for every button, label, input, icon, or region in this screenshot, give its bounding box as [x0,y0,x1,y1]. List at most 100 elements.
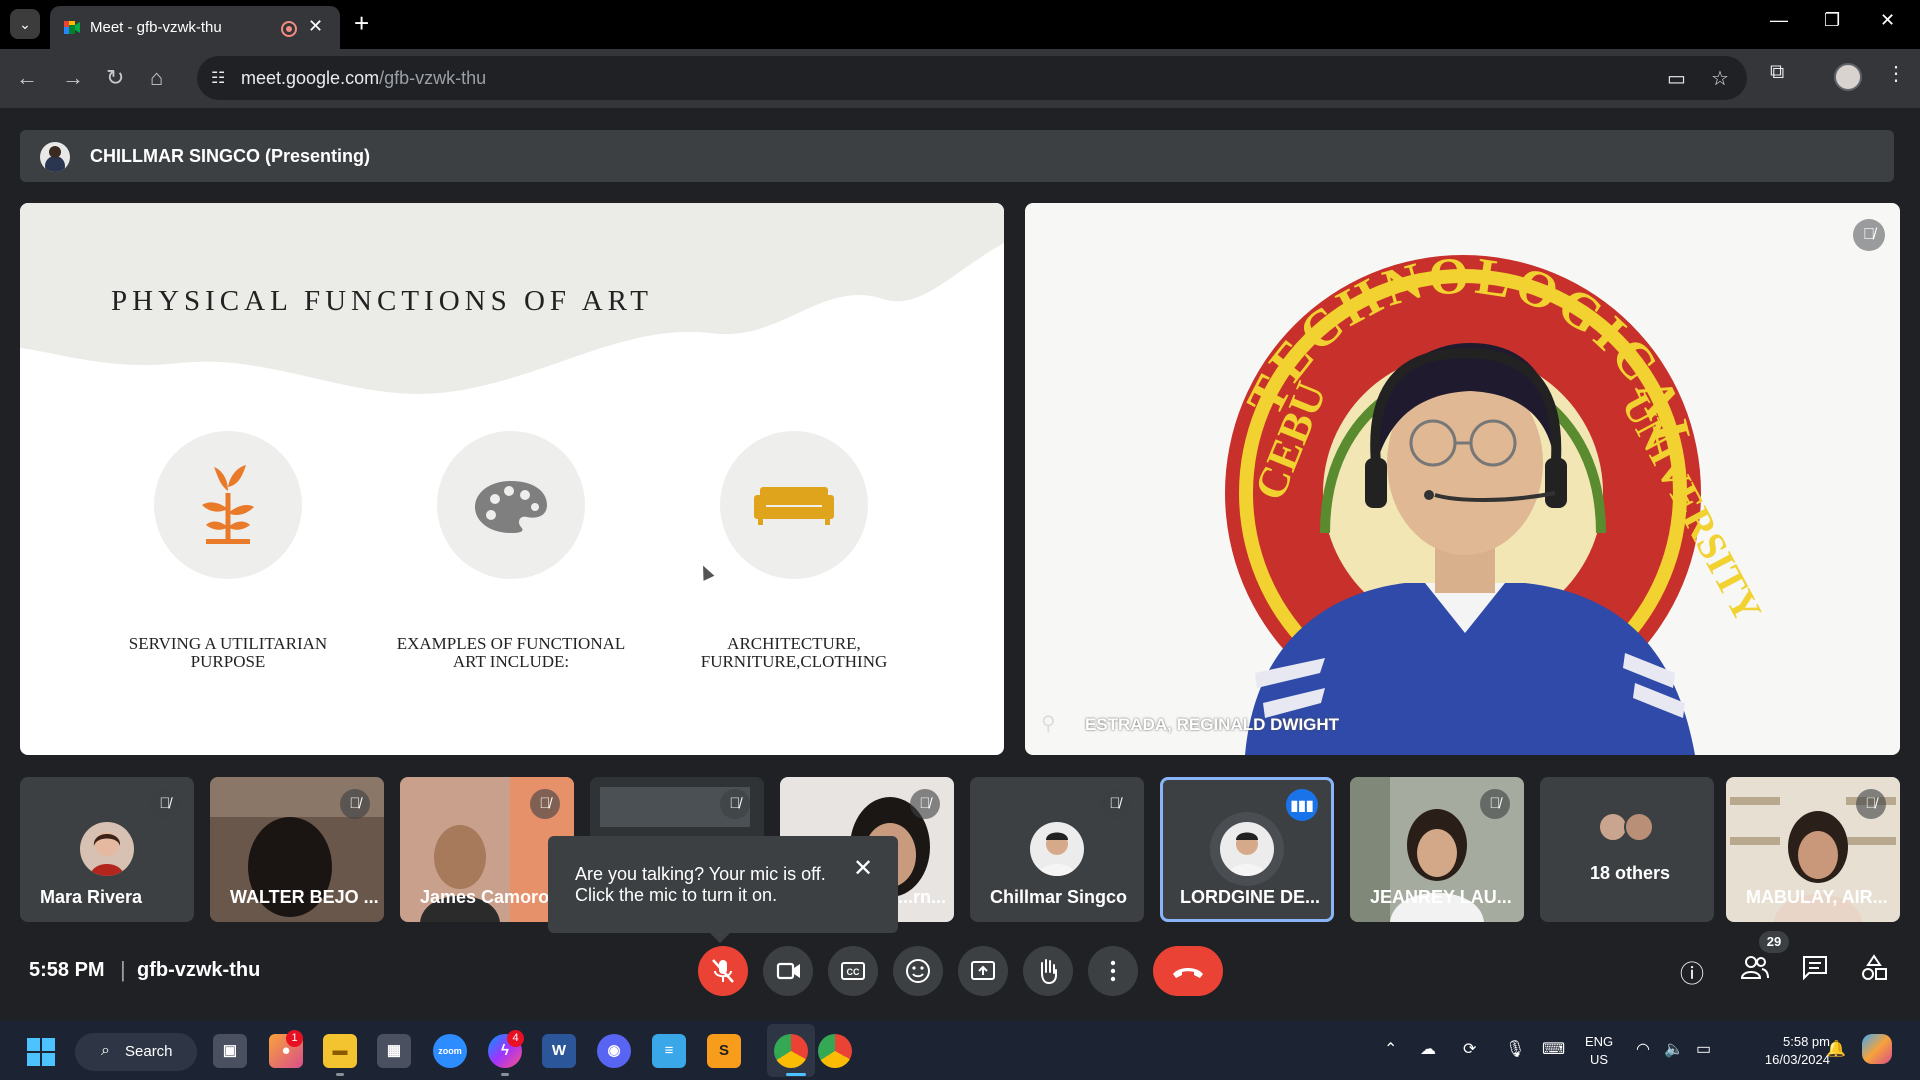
wifi-icon[interactable]: ◠ [1636,1039,1650,1059]
minimize-window-button[interactable]: — [1770,10,1788,31]
extensions-puzzle-icon[interactable]: ⧉ [1770,61,1784,84]
active-indicator [786,1073,806,1076]
camera-icon [776,962,800,980]
sync-icon[interactable]: ⟳ [1463,1039,1476,1059]
participant-tile-speaking[interactable]: ▮▮▮ LORDGINE DE... [1160,777,1334,922]
camera-in-use-icon[interactable]: ▭ [1667,66,1686,91]
browser-tab-meet[interactable]: Meet - gfb-vzwk-thu ✕ [50,6,340,49]
people-icon[interactable] [1740,954,1770,987]
muted-mic-icon: 🎙̸ [720,789,750,819]
search-label: Search [125,1043,173,1060]
avatar [80,822,134,876]
camera-button[interactable] [763,946,813,996]
keyboard-icon[interactable]: ⌨ [1542,1039,1565,1059]
chrome-profile-icon[interactable] [818,1034,852,1068]
sublime-text-icon[interactable]: S [707,1034,741,1068]
raise-hand-button[interactable] [1023,946,1073,996]
copilot-icon[interactable] [1862,1034,1892,1064]
search-icon: ⌕ [101,1042,110,1059]
browser-menu-icon[interactable]: ⋮ [1886,61,1906,86]
chrome-icon[interactable] [774,1034,808,1068]
meet-stage: CHILLMAR SINGCO (Presenting) PHYSICAL FU… [0,108,1920,1021]
mic-off-toast: Are you talking? Your mic is off. Click … [548,836,898,943]
slide-item-circle-2 [437,431,585,579]
sofa-icon [754,487,834,525]
slide-item-caption-3: ARCHITECTURE, FURNITURE,CLOTHING [700,634,888,671]
present-icon [971,961,995,980]
muted-mic-icon: 🎙̸ [530,789,560,819]
onedrive-cloud-icon[interactable]: ☁ [1420,1039,1436,1059]
toast-message: Are you talking? Your mic is off. Click … [575,864,826,905]
reactions-button[interactable] [893,946,943,996]
muted-mic-icon: 🎙̸ [340,789,370,819]
slide-title: PHYSICAL FUNCTIONS OF ART [111,285,653,317]
calculator-icon[interactable]: ▦ [377,1034,411,1068]
more-options-button[interactable] [1088,946,1138,996]
home-icon[interactable]: ⌂ [150,65,163,91]
others-tile[interactable]: 18 others [1540,777,1714,922]
plant-icon [202,465,254,544]
toast-close-button[interactable]: ✕ [853,854,873,883]
bookmark-star-icon[interactable]: ☆ [1711,66,1729,91]
hang-up-icon [1173,968,1203,978]
leave-call-button[interactable] [1153,946,1223,996]
pinned-participant-name: ESTRADA, REGINALD DWIGHT [1085,715,1340,734]
slide-item-caption-1: SERVING A UTILITARIAN PURPOSE [128,634,328,671]
google-meet-favicon-icon [64,21,80,34]
word-icon[interactable]: W [542,1034,576,1068]
participant-tile[interactable]: 🎙̸ MABULAY, AIR... [1726,777,1900,922]
browser-tab-bar: ⌄ Meet - gfb-vzwk-thu ✕ + — ❐ ✕ [0,0,1920,49]
zoom-icon[interactable]: zoom [433,1034,467,1068]
tab-close-button[interactable]: ✕ [308,16,323,37]
notepad-icon[interactable]: ≡ [652,1034,686,1068]
reload-button[interactable]: ↻ [106,65,124,91]
slide-item-caption-2: EXAMPLES OF FUNCTIONAL ART INCLUDE: [396,634,626,671]
tab-search-menu-button[interactable]: ⌄ [10,9,40,39]
pinned-participant-video[interactable]: TECHNOLOGICAL CEBU UNIVERSITY 🎙̸ ⚲ ESTRA… [1025,203,1900,755]
captions-button[interactable]: CC [828,946,878,996]
windows-start-icon[interactable] [27,1038,55,1066]
address-bar[interactable]: ☷ meet.google.com/gfb-vzwk-thu ▭ ☆ [197,56,1747,100]
muted-mic-icon: 🎙̸ [1856,789,1886,819]
close-window-button[interactable]: ✕ [1880,10,1895,31]
profile-avatar[interactable] [1834,63,1862,91]
microphone-icon[interactable]: 🎙 [1505,1039,1525,1059]
participant-tile[interactable]: 🎙̸ JEANREY LAU... [1350,777,1524,922]
present-screen-button[interactable] [958,946,1008,996]
muted-mic-icon: 🎙̸ [1100,789,1130,819]
taskbar-search-button[interactable]: ⌕ Search [75,1033,197,1071]
battery-icon[interactable]: ▭ [1696,1039,1711,1059]
forward-button[interactable]: → [62,65,84,91]
system-clock[interactable]: 5:58 pm 16/03/2024 [1738,1033,1830,1069]
file-explorer-icon[interactable]: ▬ [323,1034,357,1068]
muted-mic-icon: 🎙̸ [910,789,940,819]
participant-tile[interactable]: 🎙̸ Mara Rivera [20,777,194,922]
notifications-bell-icon[interactable]: 🔔 [1826,1039,1846,1059]
site-info-icon[interactable]: ☷ [211,68,225,88]
participant-name: James Camoro [420,887,550,907]
mic-off-button[interactable] [698,946,748,996]
task-view-icon[interactable]: ▣ [213,1034,247,1068]
participant-tile[interactable]: 🎙̸ Chillmar Singco [970,777,1144,922]
presenter-label: CHILLMAR SINGCO (Presenting) [90,146,371,166]
language-indicator[interactable]: ENG US [1585,1033,1613,1069]
restore-window-button[interactable]: ❐ [1824,10,1840,31]
meeting-details-icon[interactable]: ⓘ [1680,954,1704,989]
participant-name: LORDGINE DE... [1180,887,1321,907]
slide-item-circle-1 [154,431,302,579]
show-hidden-icons-chevron-icon[interactable]: ⌃ [1384,1039,1397,1059]
activities-icon[interactable] [1860,954,1888,989]
participant-name: MABULAY, AIR... [1746,887,1888,907]
chat-icon[interactable] [1801,954,1829,987]
presenter-avatar [40,142,70,172]
discord-icon[interactable]: ◉ [597,1034,631,1068]
back-button[interactable]: ← [16,65,38,91]
participant-video-frame: TECHNOLOGICAL CEBU UNIVERSITY [1225,247,1771,755]
meeting-code: gfb-vzwk-thu [137,959,261,981]
pin-icon[interactable]: ⚲ [1041,711,1056,736]
new-tab-button[interactable]: + [354,8,369,39]
url-text: meet.google.com/gfb-vzwk-thu [241,68,487,88]
volume-icon[interactable]: 🔈 [1664,1039,1684,1059]
participant-name: WALTER BEJO ... [230,887,379,907]
participant-tile[interactable]: 🎙̸ WALTER BEJO ... [210,777,384,922]
